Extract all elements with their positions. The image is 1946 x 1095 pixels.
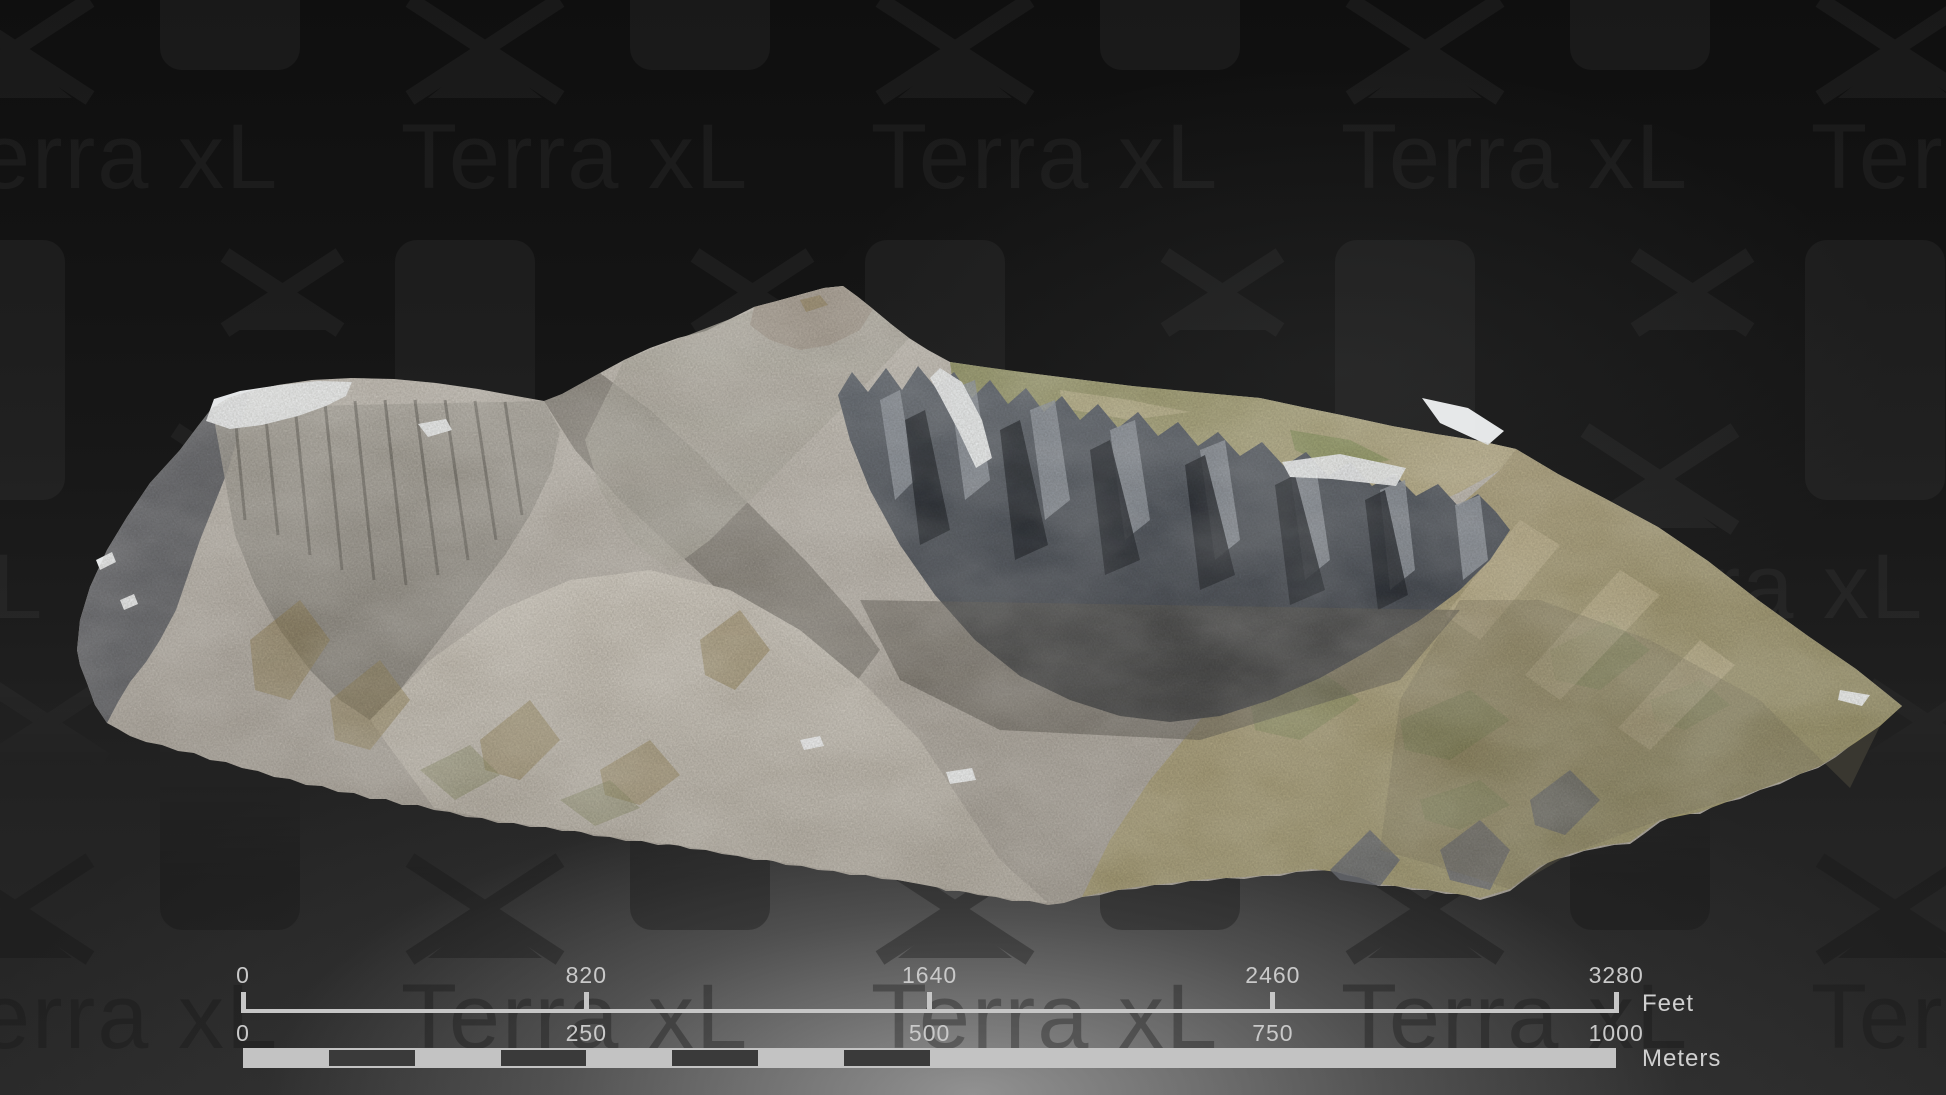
terrain-model[interactable] bbox=[0, 0, 1946, 1095]
viewer-canvas[interactable]: Terra xL Terra xL bbox=[0, 0, 1946, 1095]
terrain-mesh bbox=[77, 286, 1902, 905]
